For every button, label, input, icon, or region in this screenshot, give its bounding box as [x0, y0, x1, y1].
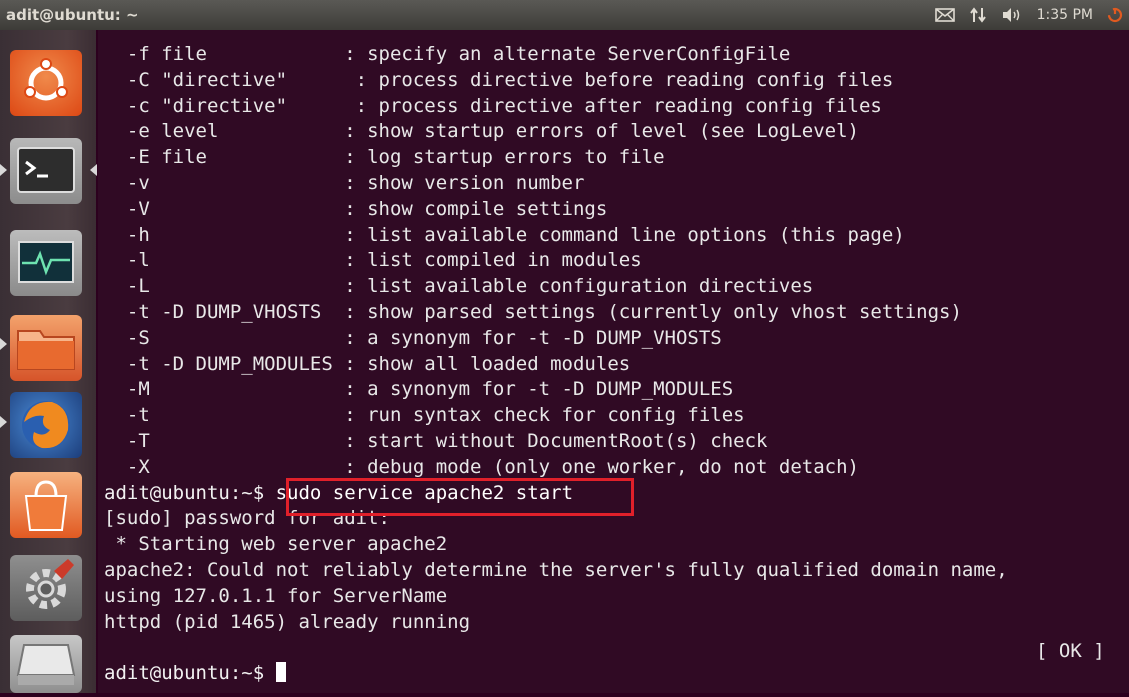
help-line-dump-vhosts: -t -D DUMP_VHOSTS : show parsed settings… — [104, 300, 962, 323]
clock[interactable]: 1:35 PM — [1037, 7, 1093, 23]
network-updown-icon[interactable] — [969, 7, 987, 23]
mail-icon[interactable] — [934, 8, 955, 22]
help-line-f: -f file : specify an alternate ServerCon… — [104, 43, 791, 65]
running-indicator — [0, 416, 7, 428]
help-line-C: -C "directive" : process directive befor… — [104, 68, 894, 91]
software-center-icon[interactable] — [10, 472, 82, 538]
window-title: adit@ubuntu: ~ — [6, 6, 139, 24]
shell-prompt: adit@ubuntu:~$ — [104, 662, 276, 685]
ubuntu-dash-icon[interactable] — [10, 50, 82, 116]
ok-status: [ OK ] — [1036, 640, 1105, 662]
running-indicator — [0, 164, 7, 176]
help-line-h: -h : list available command line options… — [104, 223, 905, 246]
indicator-area: 1:35 PM — [934, 0, 1129, 30]
warning-line: apache2: Could not reliably determine th… — [104, 558, 1008, 581]
help-line-c: -c "directive" : process directive after… — [104, 94, 882, 117]
text-cursor — [275, 662, 286, 683]
top-panel: adit@ubuntu: ~ 1:35 PM — [0, 0, 1129, 30]
help-line-dump-modules: -t -D DUMP_MODULES : show all loaded mod… — [104, 352, 631, 375]
command-highlight-box — [286, 478, 634, 516]
help-line-t: -t : run syntax check for config files — [104, 404, 745, 427]
terminal-icon[interactable] — [10, 138, 82, 204]
terminal-output: -f file : specify an alternate ServerCon… — [104, 42, 1008, 687]
help-line-V: -V : show compile settings — [104, 197, 608, 220]
already-running-line: httpd (pid 1465) already running — [104, 610, 471, 633]
firefox-icon[interactable] — [10, 392, 82, 458]
help-line-E: -E file : log startup errors to file — [104, 146, 665, 169]
terminal-window[interactable]: -f file : specify an alternate ServerCon… — [98, 30, 1129, 693]
help-line-e: -e level : show startup errors of level … — [104, 120, 859, 143]
power-icon[interactable] — [1107, 7, 1123, 23]
system-monitor-icon[interactable] — [10, 230, 82, 296]
shell-prompt: adit@ubuntu:~$ — [104, 481, 276, 504]
files-folder-icon[interactable] — [10, 315, 82, 381]
help-line-v: -v : show version number — [104, 171, 585, 194]
input-line[interactable]: adit@ubuntu:~$ — [104, 661, 1008, 687]
starting-server-line: * Starting web server apache2 — [104, 533, 448, 556]
focused-indicator — [90, 164, 97, 176]
file-manager-icon[interactable] — [10, 635, 82, 693]
unity-launcher — [0, 30, 97, 693]
servername-line: using 127.0.1.1 for ServerName — [104, 584, 448, 607]
help-line-L: -L : list available configuration direct… — [104, 275, 814, 298]
help-line-S: -S : a synonym for -t -D DUMP_VHOSTS — [104, 326, 722, 349]
system-settings-icon[interactable] — [10, 555, 82, 621]
help-line-X: -X : debug mode (only one worker, do not… — [104, 455, 859, 478]
help-line-T: -T : start without DocumentRoot(s) check — [104, 429, 768, 452]
help-line-M: -M : a synonym for -t -D DUMP_MODULES — [104, 378, 734, 401]
help-line-l: -l : list compiled in modules — [104, 249, 642, 272]
volume-icon[interactable] — [1001, 7, 1023, 23]
running-indicator — [0, 338, 7, 350]
